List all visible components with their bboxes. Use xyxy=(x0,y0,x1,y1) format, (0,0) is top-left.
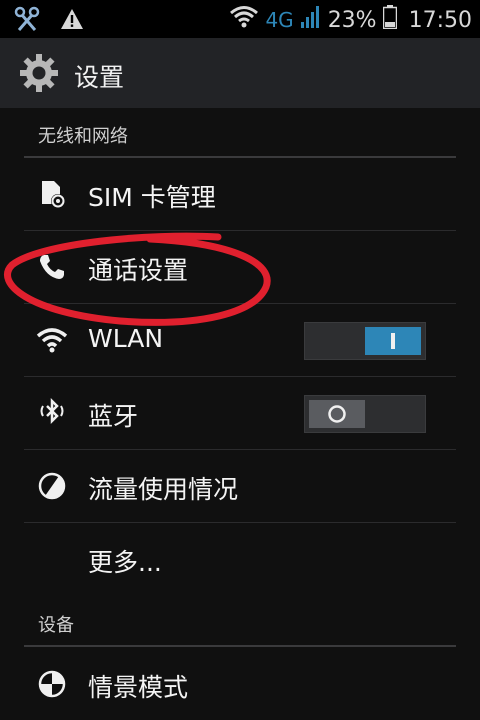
row-label: 通话设置 xyxy=(88,256,189,285)
usb-debug-icon xyxy=(14,6,40,36)
row-label: WLAN xyxy=(88,324,164,353)
section-title: 无线和网络 xyxy=(38,126,128,147)
row-sim-management[interactable]: SIM 卡管理 xyxy=(24,158,456,231)
network-type: 4G xyxy=(265,8,294,32)
wifi-signal-icon xyxy=(229,5,259,35)
bluetooth-toggle[interactable] xyxy=(304,395,426,433)
data-usage-icon xyxy=(36,470,68,502)
row-scenario-mode[interactable]: 情景模式 xyxy=(24,648,456,720)
battery-percent: 23% xyxy=(327,7,377,33)
warning-icon xyxy=(60,8,84,34)
page-title: 设置 xyxy=(74,63,125,92)
cell-signal-icon xyxy=(300,5,322,35)
status-bar: 4G 23% 17:50 xyxy=(0,0,480,38)
section-header-wireless: 无线和网络 xyxy=(24,108,456,158)
wlan-toggle[interactable] xyxy=(304,322,426,360)
wifi-icon xyxy=(36,324,68,356)
action-bar: 设置 xyxy=(0,38,480,108)
row-bluetooth[interactable]: 蓝牙 xyxy=(24,377,456,450)
row-label: 更多... xyxy=(88,548,162,577)
row-label: SIM 卡管理 xyxy=(88,183,216,212)
toggle-thumb xyxy=(309,400,365,428)
row-label: 蓝牙 xyxy=(88,402,139,431)
battery-icon xyxy=(382,5,397,35)
settings-gear-icon[interactable] xyxy=(19,53,59,97)
section-title: 设备 xyxy=(38,615,74,636)
toggle-thumb xyxy=(365,327,421,355)
row-label: 流量使用情况 xyxy=(88,475,239,504)
row-more[interactable]: 更多... xyxy=(24,523,456,595)
row-data-usage[interactable]: 流量使用情况 xyxy=(24,450,456,523)
bluetooth-icon xyxy=(36,397,68,429)
section-header-device: 设备 xyxy=(24,597,456,647)
row-call-settings[interactable]: 通话设置 xyxy=(24,231,456,304)
row-label: 情景模式 xyxy=(88,673,189,702)
row-wlan[interactable]: WLAN xyxy=(24,304,456,377)
phone-icon xyxy=(36,251,68,283)
sim-card-icon xyxy=(36,178,68,210)
scenario-mode-icon xyxy=(36,668,68,700)
clock: 17:50 xyxy=(408,7,472,33)
